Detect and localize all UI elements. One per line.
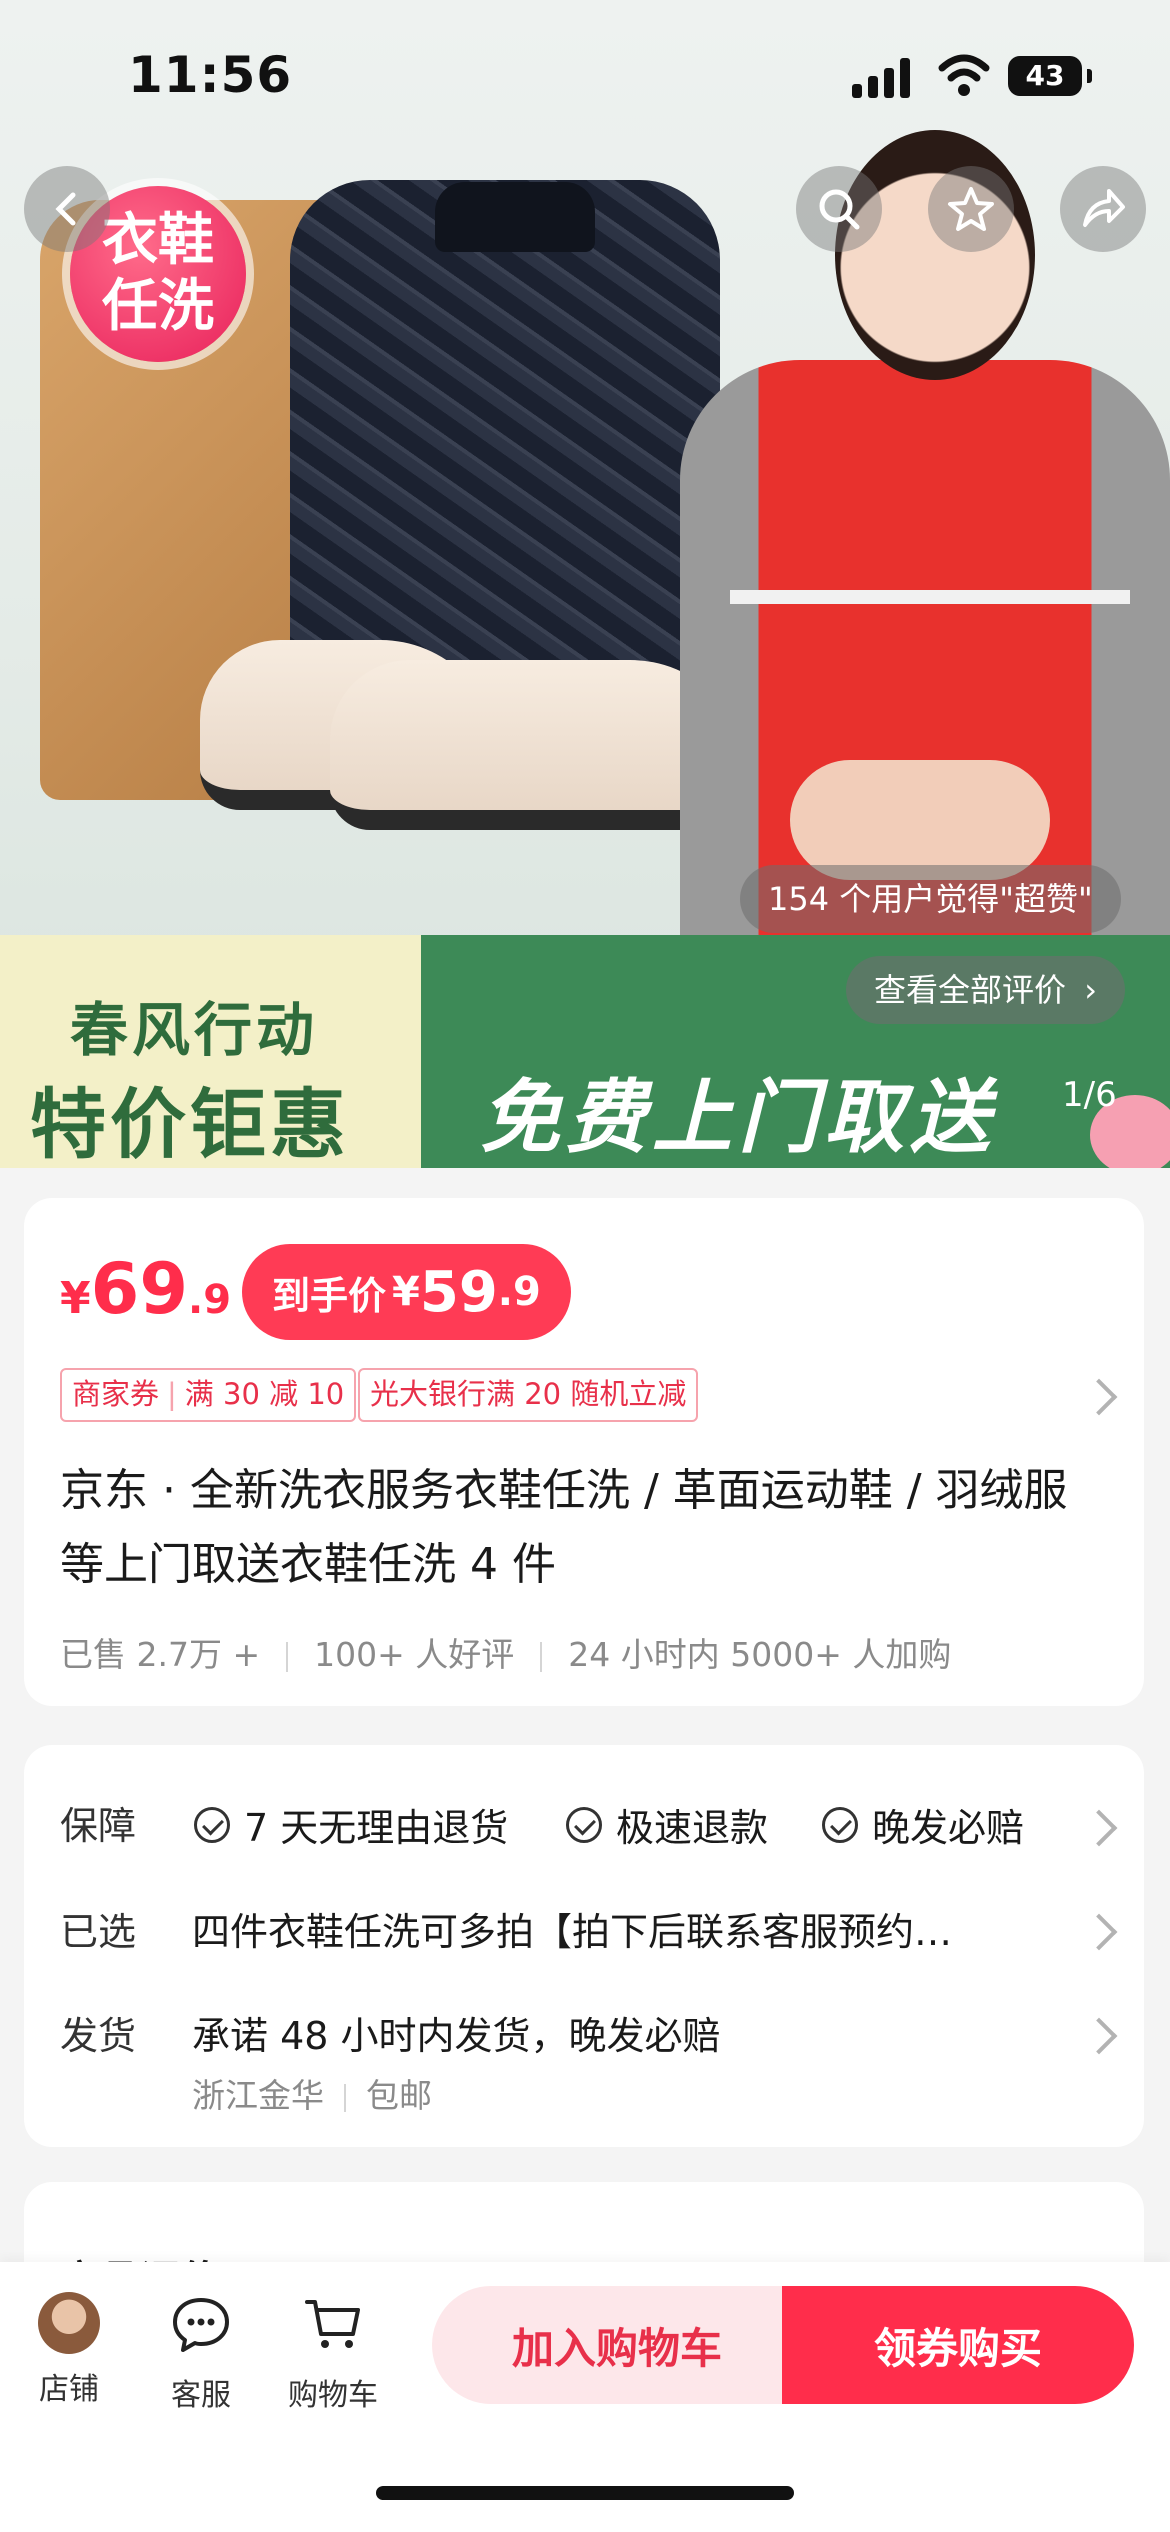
- back-button[interactable]: [24, 166, 110, 252]
- star-icon: [948, 187, 994, 231]
- add-to-cart-count: 24 小时内 5000+ 人加购: [568, 1635, 952, 1674]
- shopping-cart-icon: [305, 2300, 360, 2348]
- check-circle-icon: [194, 1806, 230, 1843]
- price-currency: ¥: [60, 1273, 91, 1324]
- chevron-right-icon: [1080, 1913, 1118, 1951]
- shipping-fee: 包邮: [366, 2076, 432, 2115]
- cellular-signal-icon: [852, 56, 914, 98]
- good-review-count: 100+ 人好评: [314, 1635, 515, 1674]
- chevron-right-icon: ›: [1084, 971, 1097, 1009]
- favorite-button[interactable]: [928, 166, 1014, 252]
- price-card: ¥69.9 到手价 ¥59.9 商家券 | 满 30 减 10 光大银行满 20 随…: [24, 1198, 1144, 1706]
- final-price-decimal: .9: [497, 1269, 541, 1315]
- banner-line-3: 免费上门取送: [480, 1071, 996, 1164]
- sold-count: 已售 2.7万 +: [60, 1635, 261, 1674]
- home-indicator[interactable]: [376, 2486, 794, 2500]
- bank-promo-tag[interactable]: 光大银行满 20 随机立减: [358, 1368, 699, 1422]
- add-to-cart-button[interactable]: 加入购物车: [432, 2286, 802, 2404]
- price-decimal: .9: [188, 1277, 232, 1323]
- down-jacket-image: [290, 180, 720, 700]
- service-info-card: 保障 7 天无理由退货 极速退款 晚发必赔 已选 四件衣鞋任洗可多拍【拍下后联系…: [24, 1745, 1144, 2147]
- badge-line-1: 衣鞋: [102, 208, 214, 273]
- guarantee-text: 晚发必赔: [872, 1806, 1025, 1850]
- coupon-type: 商家券: [72, 1377, 160, 1411]
- selected-label: 已选: [60, 1910, 137, 1954]
- uniform-stripe: [730, 590, 1130, 604]
- guarantee-text: 极速退款: [616, 1806, 769, 1850]
- chevron-right-icon[interactable]: [1080, 1378, 1118, 1416]
- cart-button[interactable]: 购物车: [278, 2292, 388, 2414]
- chevron-right-icon: [1080, 1809, 1118, 1847]
- guarantee-item: 7 天无理由退货: [194, 1797, 508, 1852]
- staff-hands: [790, 760, 1050, 880]
- shipping-promise: 承诺 48 小时内发货，晚发必赔: [192, 2014, 721, 2058]
- final-price-integer: 59: [419, 1259, 498, 1325]
- final-price-currency: ¥: [392, 1269, 420, 1315]
- review-hint: 154 个用户觉得"超赞": [740, 865, 1121, 933]
- guarantee-label: 保障: [60, 1804, 137, 1848]
- search-icon: [819, 189, 860, 230]
- image-index: 1/6: [1062, 1075, 1117, 1115]
- banner-line-1: 春风行动: [70, 996, 319, 1064]
- share-icon: [1083, 189, 1125, 227]
- store-avatar: [38, 2292, 100, 2354]
- view-all-reviews-button[interactable]: 查看全部评价 ›: [846, 956, 1125, 1024]
- status-bar: 11:56 43: [0, 0, 1170, 150]
- shipping-origin: 浙江金华: [192, 2076, 324, 2115]
- current-price: ¥69.9: [60, 1248, 231, 1330]
- share-button[interactable]: [1060, 166, 1146, 252]
- wifi-icon: [938, 54, 990, 96]
- customer-service-button[interactable]: 客服: [146, 2292, 256, 2414]
- bank-promo-text: 光大银行满 20 随机立减: [370, 1377, 687, 1411]
- badge-line-2: 任洗: [102, 274, 214, 339]
- shipping-details: 浙江金华 包邮: [192, 2069, 432, 2117]
- jacket-collar: [435, 182, 595, 252]
- check-circle-icon: [822, 1806, 858, 1843]
- view-all-reviews-label: 查看全部评价: [874, 971, 1067, 1009]
- banner-line-2: 特价钜惠: [30, 1080, 350, 1168]
- chevron-right-icon: [1080, 2017, 1118, 2055]
- store-coupon-tag[interactable]: 商家券 | 满 30 减 10: [60, 1368, 357, 1422]
- status-time: 11:56: [128, 46, 293, 104]
- chat-icon: [173, 2298, 229, 2352]
- final-price-badge[interactable]: 到手价 ¥59.9: [242, 1244, 571, 1340]
- store-label: 店铺: [39, 2372, 99, 2407]
- product-title: 京东 · 全新洗衣服务衣鞋任洗 / 革面运动鞋 / 羽绒服等上门取送衣鞋任洗 4…: [60, 1465, 1068, 1590]
- check-circle-icon: [566, 1806, 602, 1843]
- battery-icon: 43: [1008, 56, 1092, 96]
- product-image-gallery[interactable]: 11:56 43 衣鞋 任洗 154 个用户觉得"超赞" 春风行动 特价钜惠 免…: [0, 0, 1170, 1168]
- guarantee-item: 晚发必赔: [822, 1797, 1024, 1852]
- buy-with-coupon-button[interactable]: 领券购买: [782, 2286, 1134, 2404]
- price-integer: 69: [90, 1248, 189, 1330]
- sales-stats: 已售 2.7万 + 100+ 人好评 24 小时内 5000+ 人加购: [60, 1628, 951, 1676]
- final-price-label: 到手价: [272, 1273, 387, 1318]
- staff-portrait: [835, 130, 1035, 380]
- customer-service-label: 客服: [171, 2378, 231, 2413]
- guarantee-text: 7 天无理由退货: [244, 1806, 509, 1850]
- chevron-left-icon: [55, 192, 76, 226]
- cart-label: 购物车: [288, 2378, 378, 2413]
- coupon-value: 满 30 减 10: [184, 1377, 345, 1411]
- search-button[interactable]: [796, 166, 882, 252]
- shipping-label: 发货: [60, 2014, 137, 2058]
- guarantee-item: 极速退款: [566, 1797, 768, 1852]
- selected-value: 四件衣鞋任洗可多拍【拍下后联系客服预约…: [192, 1910, 953, 1954]
- store-button[interactable]: 店铺: [14, 2292, 124, 2408]
